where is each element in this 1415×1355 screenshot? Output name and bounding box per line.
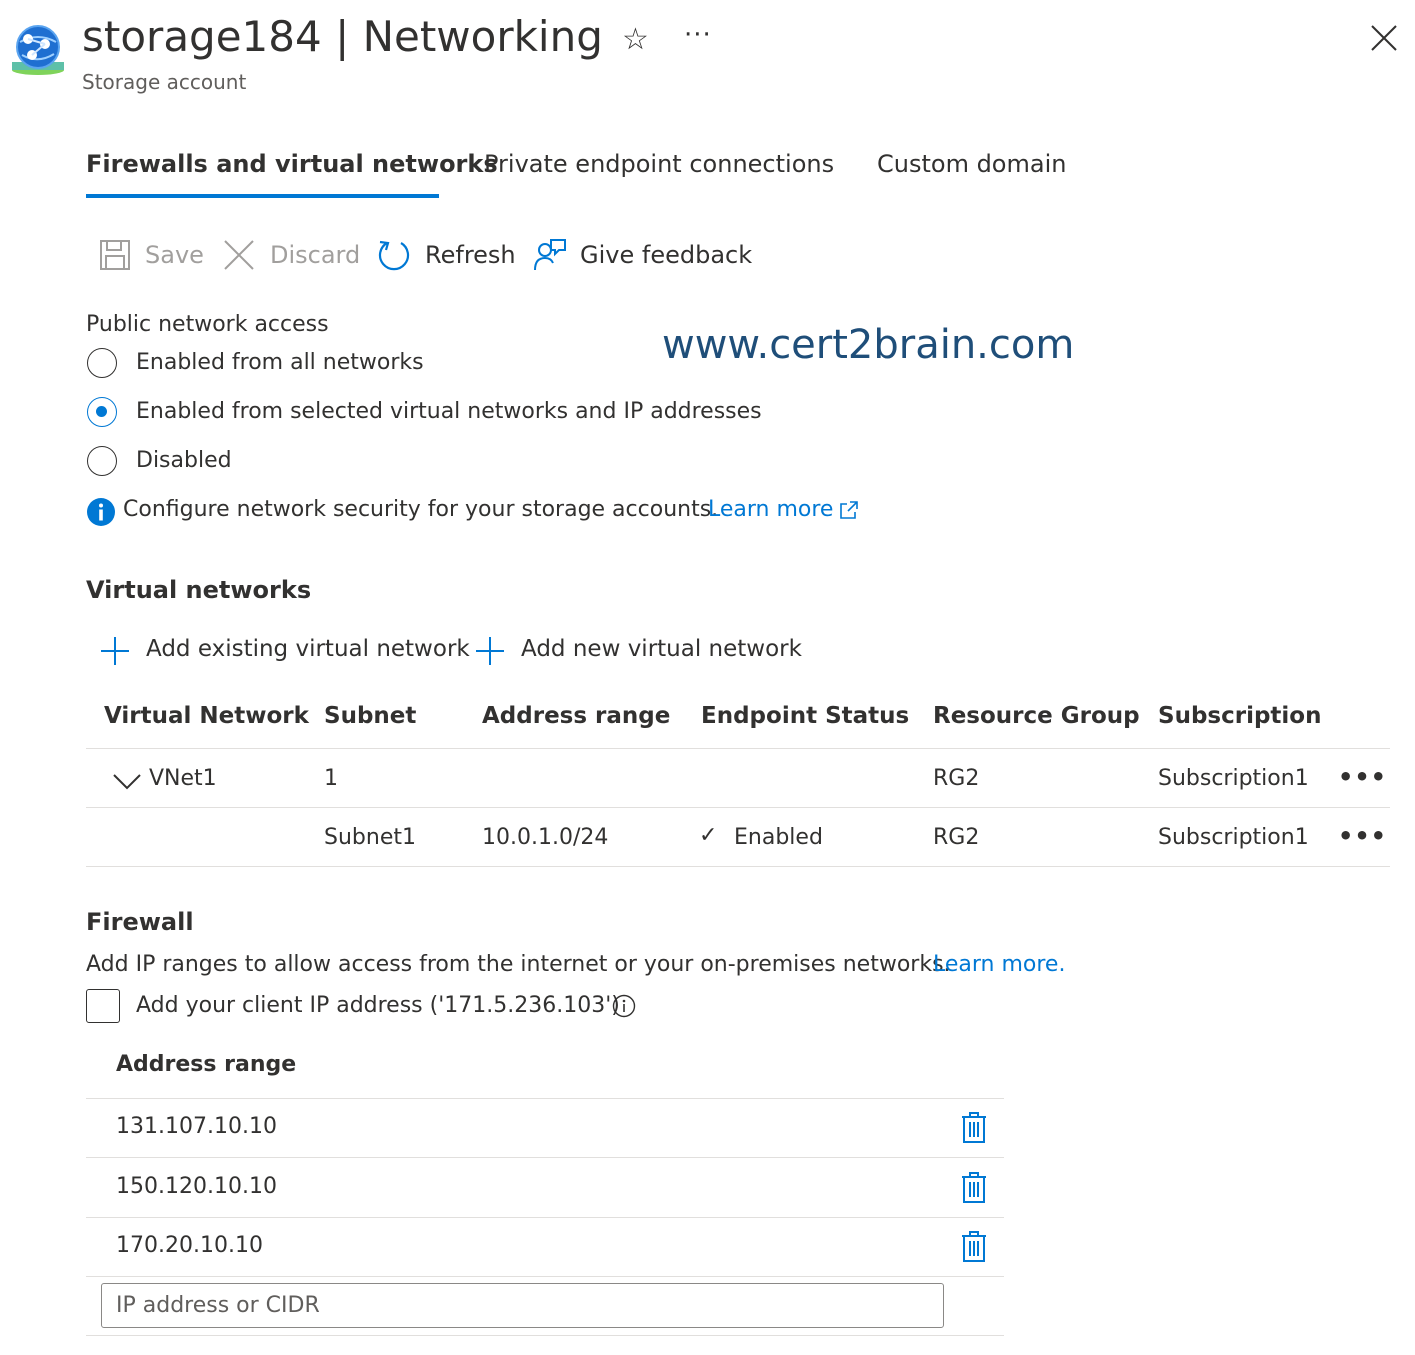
feedback-icon [534,239,566,271]
column-header-virtual-network[interactable]: Virtual Network [104,703,309,729]
radio-enabled-all-networks[interactable] [87,348,117,378]
radio-enabled-all-networks-label[interactable]: Enabled from all networks [136,350,424,375]
cell-virtual-network: VNet1 [149,766,217,791]
plus-icon [101,637,129,665]
ip-address-or-cidr-input[interactable] [101,1283,944,1328]
add-existing-virtual-network-label: Add existing virtual network [146,636,470,662]
radio-enabled-selected-networks[interactable] [87,397,117,427]
external-link-icon[interactable] [839,500,859,520]
watermark-text: www.cert2brain.com [662,322,1075,368]
add-new-virtual-network-label: Add new virtual network [521,636,802,662]
add-existing-virtual-network-button[interactable]: Add existing virtual network [100,634,470,670]
column-header-subscription[interactable]: Subscription [1158,703,1321,729]
info-icon [87,498,115,526]
column-header-subnet[interactable]: Subnet [324,703,416,729]
checkmark-icon: ✓ [699,823,718,848]
page-subtitle: Storage account [82,70,247,94]
trash-icon[interactable] [960,1172,988,1204]
save-icon [100,240,130,270]
cell-subscription: Subscription1 [1158,766,1309,791]
firewall-heading: Firewall [86,908,194,936]
info-icon[interactable] [612,994,636,1018]
network-security-info-text: Configure network security for your stor… [123,497,719,522]
add-client-ip-label[interactable]: Add your client IP address ('171.5.236.1… [136,993,620,1018]
column-header-address-range[interactable]: Address range [482,703,670,729]
firewall-learn-more-link[interactable]: Learn more. [933,952,1065,977]
radio-disabled[interactable] [87,446,117,476]
refresh-button[interactable]: Refresh [377,236,516,276]
chevron-down-icon[interactable] [112,772,142,790]
tab-firewalls-and-virtual-networks[interactable]: Firewalls and virtual networks [86,150,498,178]
tab-private-endpoint-connections[interactable]: Private endpoint connections [484,150,834,178]
tab-custom-domain[interactable]: Custom domain [877,150,1066,178]
plus-icon [476,637,504,665]
table-divider [86,1335,1004,1336]
ip-range-value: 150.120.10.10 [116,1174,277,1199]
ip-range-value: 131.107.10.10 [116,1114,277,1139]
favorite-star-icon[interactable]: ☆ [622,22,649,57]
storage-account-icon [12,25,64,75]
give-feedback-button[interactable]: Give feedback [533,236,752,276]
add-new-virtual-network-button[interactable]: Add new virtual network [475,634,802,670]
add-client-ip-checkbox[interactable] [86,989,120,1023]
row-more-options-icon[interactable]: ••• [1338,822,1387,850]
cell-subnet: Subnet1 [324,825,416,850]
firewall-description: Add IP ranges to allow access from the i… [86,952,951,977]
save-button[interactable]: Save [98,236,204,276]
cell-resource-group: RG2 [933,766,980,791]
learn-more-link[interactable]: Learn more [708,497,833,522]
address-range-column-header: Address range [116,1052,297,1077]
refresh-icon [378,240,410,271]
table-divider [86,1276,1004,1277]
radio-enabled-selected-networks-label[interactable]: Enabled from selected virtual networks a… [136,399,762,424]
cell-resource-group: RG2 [933,825,980,850]
row-more-options-icon[interactable]: ••• [1338,763,1387,791]
more-options-icon[interactable]: ··· [684,20,712,50]
public-network-access-label: Public network access [86,312,329,337]
give-feedback-label: Give feedback [580,241,753,269]
close-icon[interactable] [1368,22,1400,54]
cell-endpoint-status: Enabled [734,825,823,850]
column-header-resource-group[interactable]: Resource Group [933,703,1140,729]
save-label: Save [145,241,204,269]
discard-icon [224,240,254,270]
column-header-endpoint-status[interactable]: Endpoint Status [701,703,909,729]
virtual-networks-heading: Virtual networks [86,576,312,604]
cell-subscription: Subscription1 [1158,825,1309,850]
cell-address-range: 10.0.1.0/24 [482,825,609,850]
refresh-label: Refresh [425,241,516,269]
page-title: storage184 | Networking [82,12,603,61]
trash-icon[interactable] [960,1112,988,1144]
ip-range-value: 170.20.10.10 [116,1233,263,1258]
discard-button[interactable]: Discard [222,236,361,276]
discard-label: Discard [270,241,361,269]
cell-subnet-count: 1 [324,766,338,791]
radio-disabled-label[interactable]: Disabled [136,448,232,473]
trash-icon[interactable] [960,1231,988,1263]
table-divider [86,866,1390,867]
active-tab-indicator [86,194,439,198]
